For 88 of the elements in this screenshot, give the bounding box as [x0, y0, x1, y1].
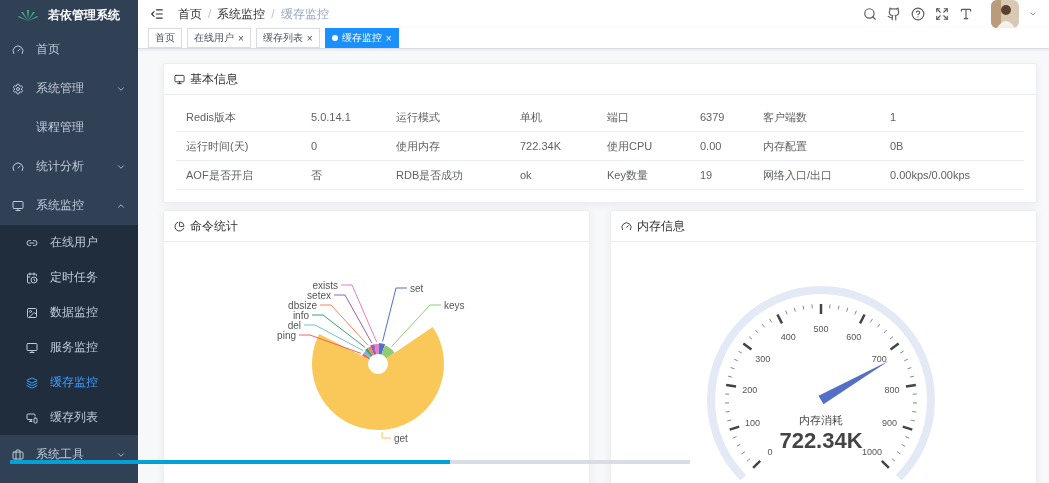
menu-item[interactable]: 服务监控	[0, 330, 138, 365]
menu-item[interactable]: 缓存监控	[0, 365, 138, 400]
page-tab[interactable]: 首页	[148, 28, 182, 48]
close-icon[interactable]: ×	[238, 32, 244, 44]
table-cell: 否	[301, 161, 386, 190]
caret-icon[interactable]	[1029, 10, 1037, 18]
table-cell: 5.0.14.1	[301, 103, 386, 132]
gauge-tick-label: 800	[884, 384, 900, 395]
pie-chart-icon	[174, 220, 185, 232]
leaf-logo-icon	[18, 9, 38, 21]
gauge-tick-label: 600	[846, 331, 862, 342]
font-size-icon[interactable]	[959, 7, 973, 21]
search-icon[interactable]	[863, 7, 877, 21]
table-cell: ok	[510, 161, 597, 190]
gauge-tick-label: 300	[755, 353, 771, 364]
table-cell: 运行模式	[386, 103, 510, 132]
table-cell: Key数量	[597, 161, 690, 190]
table-cell: AOF是否开启	[176, 161, 301, 190]
card-title: 基本信息	[190, 70, 238, 88]
table-cell: 端口	[597, 103, 690, 132]
github-icon[interactable]	[887, 7, 901, 21]
menu-item[interactable]: 在线用户	[0, 225, 138, 260]
slice-label: info	[292, 310, 309, 321]
fullscreen-icon[interactable]	[935, 7, 949, 21]
leader-line	[381, 431, 392, 439]
gauge-tick-label: 0	[767, 446, 773, 457]
breadcrumb-link[interactable]: 系统监控	[217, 5, 266, 23]
menu-item[interactable]: 定时任务	[0, 260, 138, 295]
table-cell: 运行时间(天)	[176, 132, 301, 161]
gauge-tick-label: 900	[881, 418, 897, 429]
page-tab[interactable]: 在线用户 ×	[187, 28, 251, 48]
breadcrumb-link[interactable]: 首页	[178, 5, 202, 23]
slice-label: get	[394, 433, 408, 444]
menu-icon	[12, 43, 24, 56]
table-cell: 0	[301, 132, 386, 161]
menu-icon	[12, 199, 24, 212]
table-cell: 网络入口/出口	[753, 161, 880, 190]
table-cell: 0.00kps/0.00kps	[880, 161, 1024, 190]
monitor-icon	[174, 73, 185, 85]
table-cell: 使用内存	[386, 132, 510, 161]
slice-label: set	[410, 283, 424, 294]
menu-toggle-icon[interactable]	[150, 7, 164, 21]
breadcrumb-separator: /	[208, 7, 212, 21]
close-icon[interactable]: ×	[306, 32, 313, 44]
menu-icon	[26, 306, 38, 319]
help-icon[interactable]	[911, 7, 925, 21]
gauge-tick-label: 500	[813, 324, 829, 334]
menu-icon	[26, 341, 38, 354]
menu-icon	[26, 411, 38, 424]
menu-icon	[12, 82, 24, 95]
gauge-tick-label: 100	[745, 418, 761, 429]
app-title: 若依管理系统	[48, 6, 120, 24]
table-cell: 0B	[880, 132, 1024, 161]
menu-icon	[26, 376, 38, 389]
active-dot-icon	[331, 35, 338, 41]
slice-label: setex	[307, 290, 331, 301]
menu-icon	[26, 271, 38, 284]
gauge-tick-label: 400	[780, 331, 796, 342]
page-tab[interactable]: 缓存列表 ×	[255, 28, 320, 48]
slice-label: keys	[444, 300, 465, 311]
gauge-reading: 722.34K	[779, 428, 863, 453]
table-cell: 722.34K	[510, 132, 597, 161]
table-cell: 使用CPU	[597, 132, 690, 161]
menu-icon	[12, 160, 24, 173]
slice-label: ping	[277, 330, 296, 341]
table-cell: 19	[690, 161, 753, 190]
slice-label: dbsize	[288, 300, 317, 311]
gauge-caption: 内存消耗	[799, 414, 843, 426]
gauge-tick-label: 200	[742, 384, 758, 395]
slice-label: del	[287, 320, 301, 331]
breadcrumb-separator: /	[271, 7, 275, 21]
table-cell: 0.00	[690, 132, 753, 161]
card-title: 命令统计	[190, 217, 238, 235]
table-cell: Redis版本	[176, 103, 301, 132]
card-title: 内存信息	[637, 217, 685, 235]
gauge-tick-label: 1000	[861, 446, 882, 457]
menu-icon	[12, 448, 24, 461]
table-cell: 内存配置	[753, 132, 880, 161]
table-cell: 1	[880, 103, 1024, 132]
table-cell: RDB是否成功	[386, 161, 510, 190]
menu-item[interactable]: 数据监控	[0, 295, 138, 330]
table-cell: 客户端数	[753, 103, 880, 132]
table-cell: 单机	[510, 103, 597, 132]
table-cell: 6379	[690, 103, 753, 132]
gauge-icon	[621, 220, 632, 232]
slice-label: exists	[312, 280, 338, 291]
menu-item[interactable]: 缓存列表	[0, 400, 138, 435]
gauge-tick-label: 700	[871, 353, 887, 364]
